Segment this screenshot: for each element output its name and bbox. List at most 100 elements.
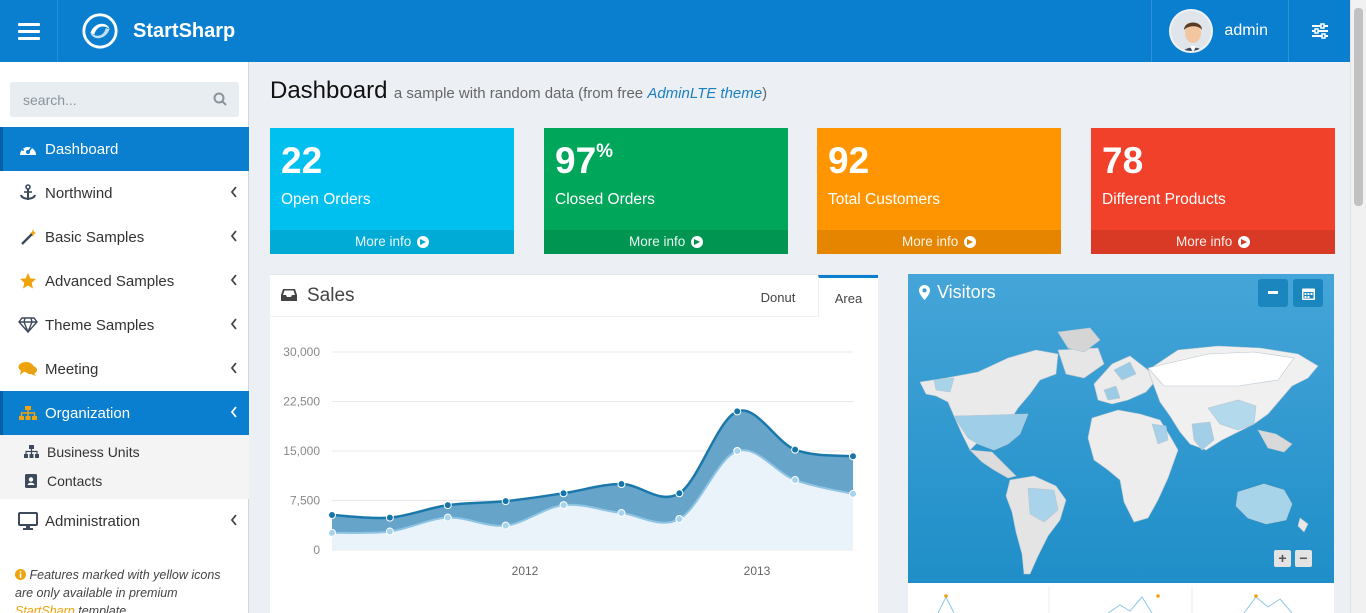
sidebar-item-northwind[interactable]: Northwind xyxy=(0,171,249,215)
series-2-point xyxy=(849,489,857,498)
sliders-icon xyxy=(1311,23,1328,39)
series-1-point xyxy=(849,452,857,461)
subtitle-text: a sample with random data (from free xyxy=(393,85,648,102)
sidebar-item-dashboard[interactable]: Dashboard xyxy=(0,127,249,171)
y-tick-label: 22,500 xyxy=(283,395,320,409)
sidebar-item-label: Organization xyxy=(45,404,131,422)
stat-box-closed-orders: 97% Closed Orders More info xyxy=(544,128,788,254)
contact-book-icon xyxy=(23,473,39,488)
x-tick-label: 2012 xyxy=(512,564,539,578)
scrollbar-thumb[interactable] xyxy=(1354,8,1363,206)
page-scrollbar[interactable] xyxy=(1350,0,1366,613)
inbox-icon xyxy=(281,289,297,301)
sidebar-item-basic-samples[interactable]: Basic Samples xyxy=(0,215,249,259)
series-1-point xyxy=(617,480,626,488)
more-info-link[interactable]: More info xyxy=(1091,230,1335,254)
chevron-left-icon xyxy=(230,186,237,198)
stat-box-open-orders: 22 Open Orders More info xyxy=(270,128,514,254)
series-2-point xyxy=(443,513,452,522)
sidebar-search xyxy=(10,82,239,117)
series-1-point xyxy=(501,497,510,506)
map-zoom-in-button[interactable]: + xyxy=(1274,550,1291,567)
diamond-icon xyxy=(17,317,39,333)
series-1-point xyxy=(328,511,336,520)
sidebar-item-contacts[interactable]: Contacts xyxy=(0,466,249,495)
world-map[interactable] xyxy=(908,274,1334,583)
star-icon xyxy=(17,272,39,290)
top-navbar: StartSharp admin xyxy=(0,0,1350,62)
stat-label: Closed Orders xyxy=(555,191,655,208)
series-2-point xyxy=(675,514,684,523)
series-2-point xyxy=(501,521,510,530)
sidebar-item-organization[interactable]: Organization xyxy=(0,391,249,435)
sidebar: Dashboard Northwind Basic Samples Advanc… xyxy=(0,62,249,613)
desktop-icon xyxy=(17,512,39,530)
stat-value: 97% xyxy=(555,140,614,181)
chevron-left-icon xyxy=(230,274,237,286)
series-1-point xyxy=(791,445,800,454)
sidebar-item-label: Dashboard xyxy=(45,140,119,158)
adminlte-link[interactable]: AdminLTE theme xyxy=(647,85,762,102)
note-highlight: StartSharp xyxy=(15,604,75,613)
stat-value: 92 xyxy=(828,140,870,181)
visitors-panel: Visitors + − xyxy=(908,274,1334,583)
series-1-point xyxy=(675,489,684,498)
map-zoom-out-button[interactable]: − xyxy=(1295,550,1312,567)
chevron-left-icon xyxy=(230,406,237,418)
more-info-link[interactable]: More info xyxy=(544,230,788,254)
stat-box-different-products: 78 Different Products More info xyxy=(1091,128,1335,254)
sidebar-subitem-label: Business Units xyxy=(47,443,140,460)
comments-icon xyxy=(17,361,39,377)
sparkline-strip xyxy=(937,587,1293,613)
arrow-circle-right-icon xyxy=(691,236,704,248)
app-logo[interactable]: StartSharp xyxy=(81,12,235,50)
search-icon[interactable] xyxy=(213,92,227,106)
y-tick-label: 30,000 xyxy=(283,345,320,359)
sidebar-toggle-button[interactable] xyxy=(0,0,58,62)
page-header: Dashboard a sample with random data (fro… xyxy=(270,77,767,105)
chevron-left-icon xyxy=(230,230,237,242)
sidebar-item-label: Advanced Samples xyxy=(45,272,175,290)
note-line-1: Features marked with yellow icons xyxy=(29,568,221,582)
tab-area[interactable]: Area xyxy=(818,275,878,317)
stat-box-total-customers: 92 Total Customers More info xyxy=(817,128,1061,254)
tab-donut[interactable]: Donut xyxy=(748,275,808,317)
arrow-circle-right-icon xyxy=(964,236,977,248)
sidebar-item-label: Administration xyxy=(45,512,141,530)
more-info-link[interactable]: More info xyxy=(270,230,514,254)
page-subtitle: a sample with random data (from free Adm… xyxy=(394,85,767,102)
sidebar-item-theme-samples[interactable]: Theme Samples xyxy=(0,303,249,347)
sidebar-item-advanced-samples[interactable]: Advanced Samples xyxy=(0,259,249,303)
series-2-point xyxy=(328,528,336,537)
sales-area-chart: 0 7,500 15,000 22,500 30,000 2012 2013 xyxy=(283,345,857,578)
app-name: StartSharp xyxy=(133,19,236,42)
magic-wand-icon xyxy=(17,228,39,246)
arrow-circle-right-icon xyxy=(1238,236,1251,248)
sales-header: Sales Donut Area xyxy=(270,275,878,317)
sidebar-menu: Dashboard Northwind Basic Samples Advanc… xyxy=(0,127,249,543)
series-1-point xyxy=(559,489,568,498)
stat-label: Different Products xyxy=(1102,191,1226,208)
sitemap-icon xyxy=(23,445,39,458)
page-title: Dashboard xyxy=(270,77,388,104)
series-1-point xyxy=(733,407,742,416)
series-2-point xyxy=(617,509,626,518)
sidebar-subitem-label: Contacts xyxy=(47,472,103,489)
sidebar-item-label: Basic Samples xyxy=(45,228,145,246)
sidebar-item-meeting[interactable]: Meeting xyxy=(0,347,249,391)
user-menu[interactable]: admin xyxy=(1151,0,1288,62)
series-2-point xyxy=(791,476,800,485)
sidebar-item-label: Northwind xyxy=(45,184,113,202)
series-1-point xyxy=(385,513,394,522)
premium-features-note: Features marked with yellow icons are on… xyxy=(15,566,237,613)
sidebar-item-business-units[interactable]: Business Units xyxy=(0,437,249,466)
dashboard-icon xyxy=(17,141,39,157)
sidebar-item-administration[interactable]: Administration xyxy=(0,499,249,543)
search-input[interactable] xyxy=(10,91,200,108)
visitors-sparklines xyxy=(908,583,1334,613)
series-2-point xyxy=(385,527,394,536)
more-info-link[interactable]: More info xyxy=(817,230,1061,254)
settings-button[interactable] xyxy=(1288,0,1350,62)
stat-label: Open Orders xyxy=(281,191,371,208)
series-1-point xyxy=(443,501,452,510)
